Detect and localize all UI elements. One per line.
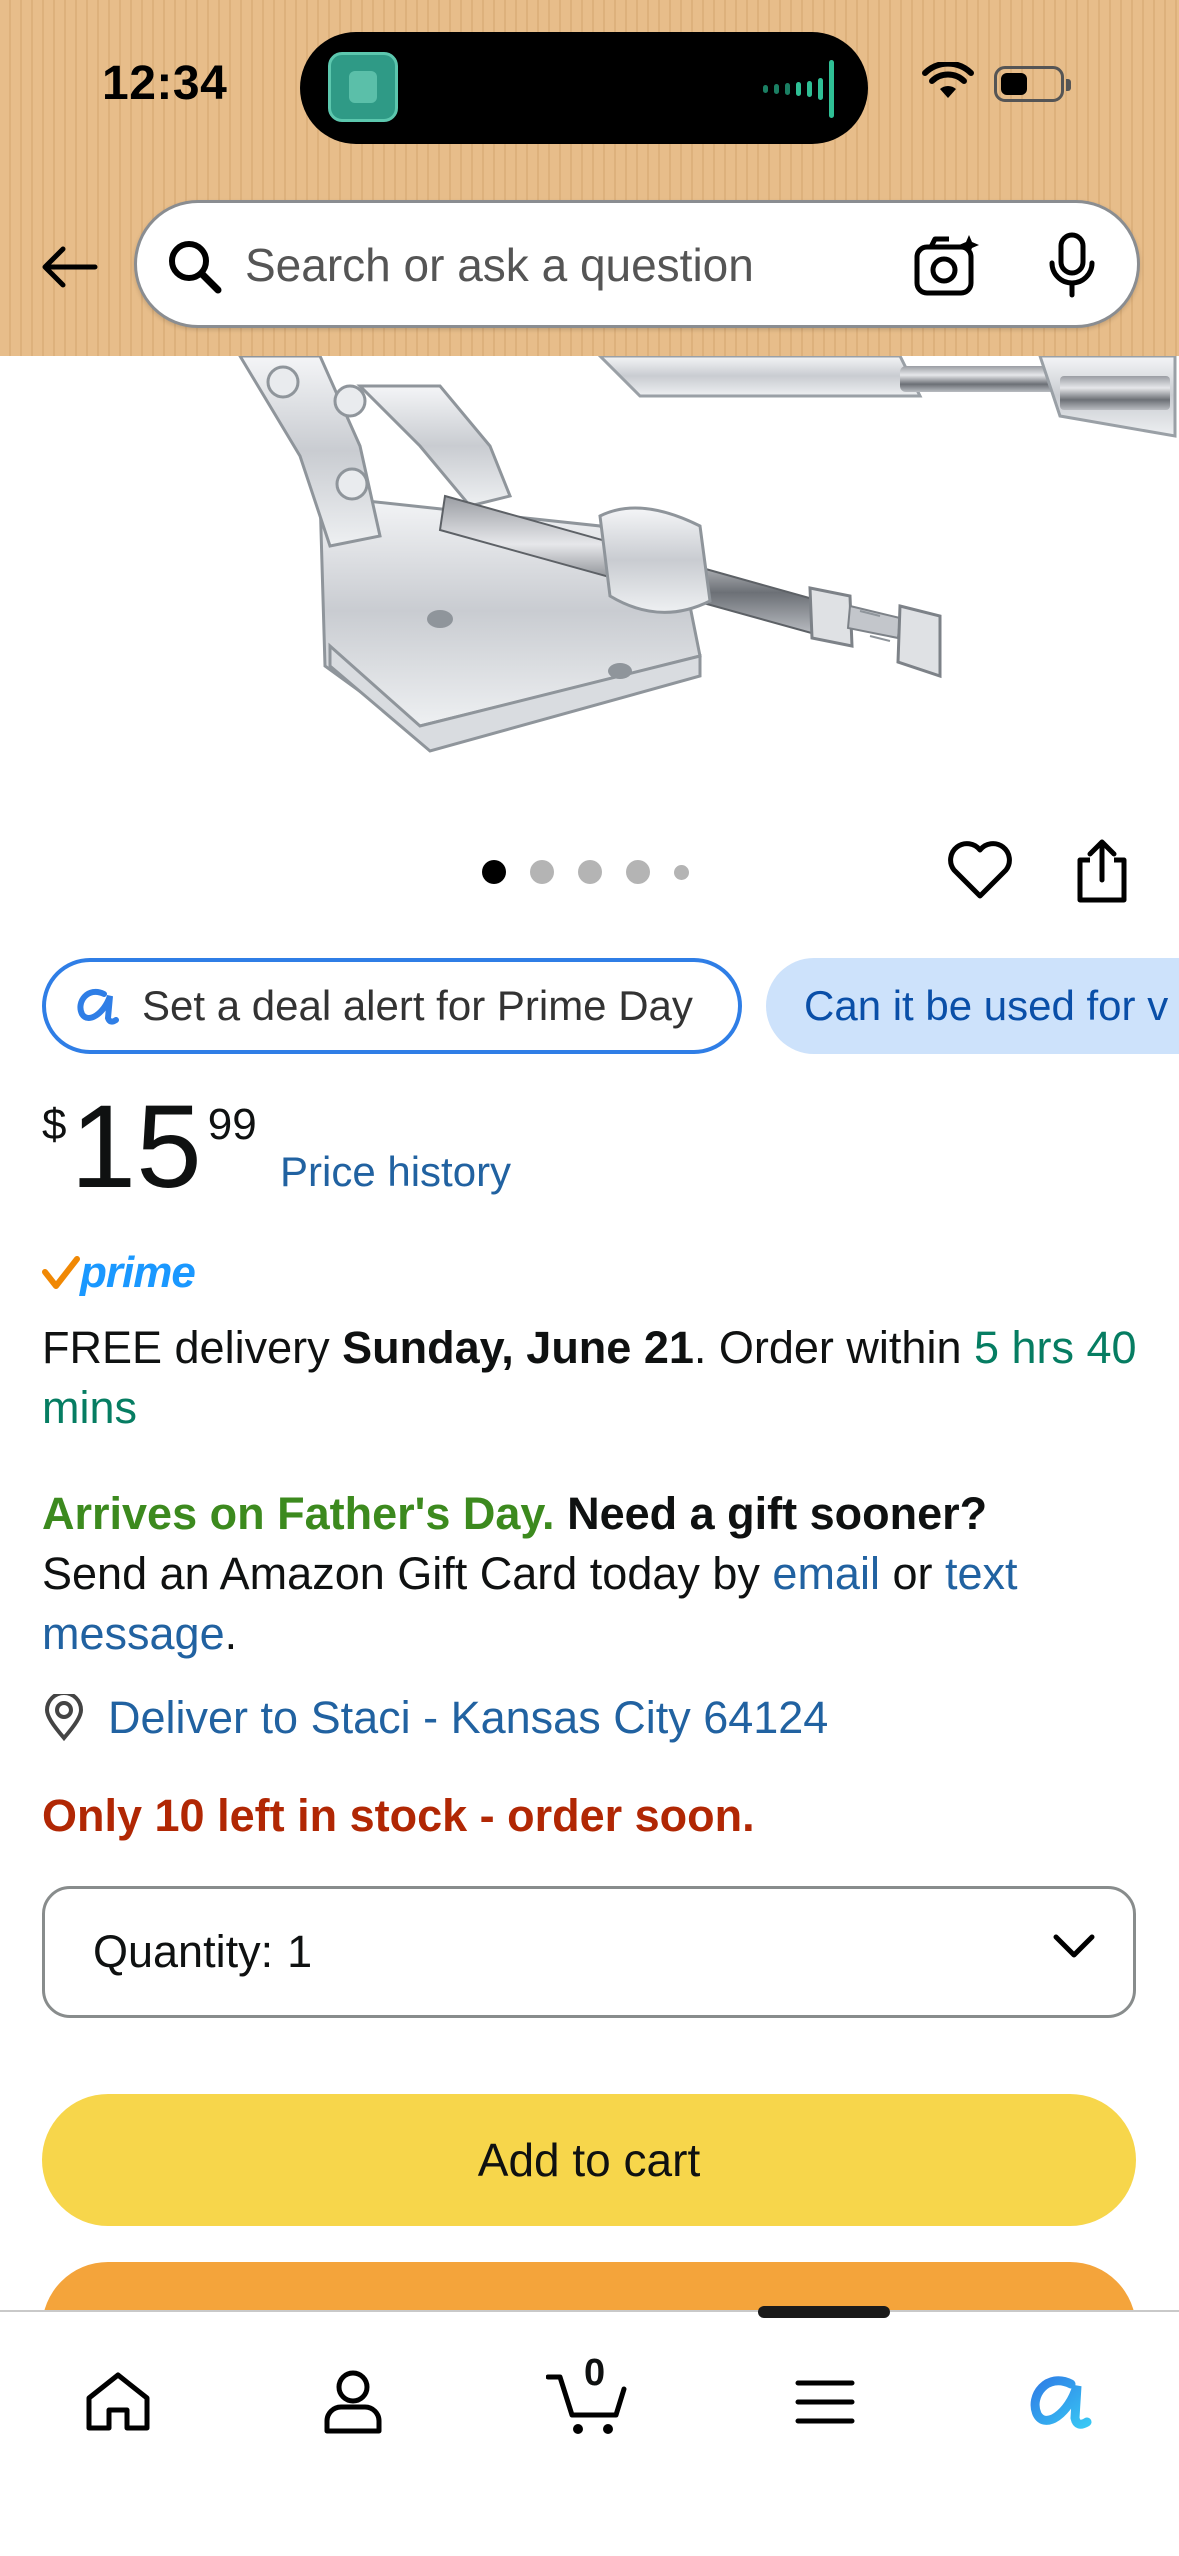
nav-home[interactable] — [68, 2352, 168, 2452]
gift-period: . — [224, 1608, 238, 1659]
quantity-label: Quantity: — [93, 1926, 274, 1977]
price-whole: 15 — [70, 1081, 202, 1213]
price-history-link[interactable]: Price history — [280, 1148, 511, 1196]
microphone-icon[interactable] — [1047, 231, 1097, 301]
prime-badge: prime — [42, 1248, 196, 1298]
rufus-ai-icon — [1030, 2376, 1092, 2429]
prime-label: prime — [80, 1248, 196, 1297]
location-pin-icon — [44, 1694, 84, 1742]
wishlist-heart-icon[interactable] — [946, 838, 1014, 902]
price-symbol: $ — [42, 1100, 67, 1149]
search-input[interactable] — [245, 225, 925, 305]
back-arrow-icon — [42, 246, 98, 288]
price: $ 15 99 — [42, 1088, 257, 1206]
product-image[interactable] — [0, 356, 1179, 806]
wifi-icon — [922, 62, 974, 98]
delivery-date: Sunday, June 21 — [342, 1322, 694, 1373]
gift-or-text: or — [879, 1548, 945, 1599]
chevron-down-icon — [1053, 1934, 1095, 1958]
nav-menu[interactable] — [775, 2352, 875, 2452]
nav-rufus[interactable] — [1010, 2352, 1110, 2452]
now-playing-artwork — [328, 52, 398, 122]
stock-warning: Only 10 left in stock - order soon. — [42, 1790, 755, 1841]
dynamic-island[interactable] — [300, 32, 868, 144]
prime-check-icon — [42, 1256, 80, 1289]
carousel-dot-active[interactable] — [482, 860, 506, 884]
add-to-cart-button[interactable]: Add to cart — [42, 2094, 1136, 2226]
gift-card-text: Send an Amazon Gift Card today by — [42, 1548, 773, 1599]
ask-question-label: Can it be used for v — [804, 982, 1169, 1029]
battery-icon — [994, 66, 1071, 102]
toggle-clamp-illustration — [238, 356, 1177, 753]
bottom-navigation: 0 — [0, 2306, 1179, 2556]
deal-alert-chip[interactable]: Set a deal alert for Prime Day — [42, 958, 742, 1054]
deliver-to-label: Deliver to Staci - Kansas City 64124 — [108, 1692, 829, 1743]
nav-profile[interactable] — [303, 2352, 403, 2452]
rufus-ai-icon — [77, 989, 119, 1025]
status-time: 12:34 — [102, 57, 228, 110]
carousel-dot[interactable] — [530, 860, 554, 884]
deal-alert-label: Set a deal alert for Prime Day — [142, 982, 693, 1029]
delivery-middle: . Order within — [693, 1322, 974, 1373]
back-button[interactable] — [34, 232, 104, 302]
carousel-dot[interactable] — [626, 860, 650, 884]
carousel-dot[interactable] — [674, 864, 689, 880]
search-bar[interactable] — [134, 200, 1140, 328]
deliver-to-location[interactable]: Deliver to Staci - Kansas City 64124 — [42, 1692, 828, 1744]
delivery-prefix: FREE delivery — [42, 1322, 343, 1373]
fathers-day-message: Arrives on Father's Day. — [42, 1488, 555, 1539]
gift-info: Arrives on Father's Day. Need a gift soo… — [42, 1484, 1152, 1664]
cart-count-badge: 0 — [584, 2352, 606, 2394]
nav-cart[interactable]: 0 — [538, 2352, 638, 2452]
carousel-dot[interactable] — [578, 860, 602, 884]
audio-waveform-icon — [763, 60, 834, 118]
home-icon — [86, 2372, 150, 2431]
menu-icon — [795, 2380, 855, 2424]
ask-question-chip[interactable]: Can it be used for v — [766, 958, 1179, 1054]
image-carousel-dots[interactable] — [482, 860, 689, 884]
camera-sparkle-icon[interactable] — [913, 233, 983, 299]
gift-email-link[interactable]: email — [772, 1548, 880, 1599]
price-fraction: 99 — [207, 1100, 257, 1149]
delivery-info: FREE delivery Sunday, June 21. Order wit… — [42, 1318, 1152, 1438]
app-header: 12:34 — [0, 0, 1179, 356]
need-gift-message: Need a gift sooner? — [554, 1488, 988, 1539]
share-icon[interactable] — [1072, 836, 1132, 906]
magnifier-icon[interactable] — [165, 237, 225, 297]
profile-icon — [324, 2370, 382, 2434]
quantity-value: 1 — [287, 1926, 313, 1977]
active-tab-indicator — [758, 2306, 890, 2318]
quantity-select[interactable]: Quantity: 1 — [42, 1886, 1136, 2018]
